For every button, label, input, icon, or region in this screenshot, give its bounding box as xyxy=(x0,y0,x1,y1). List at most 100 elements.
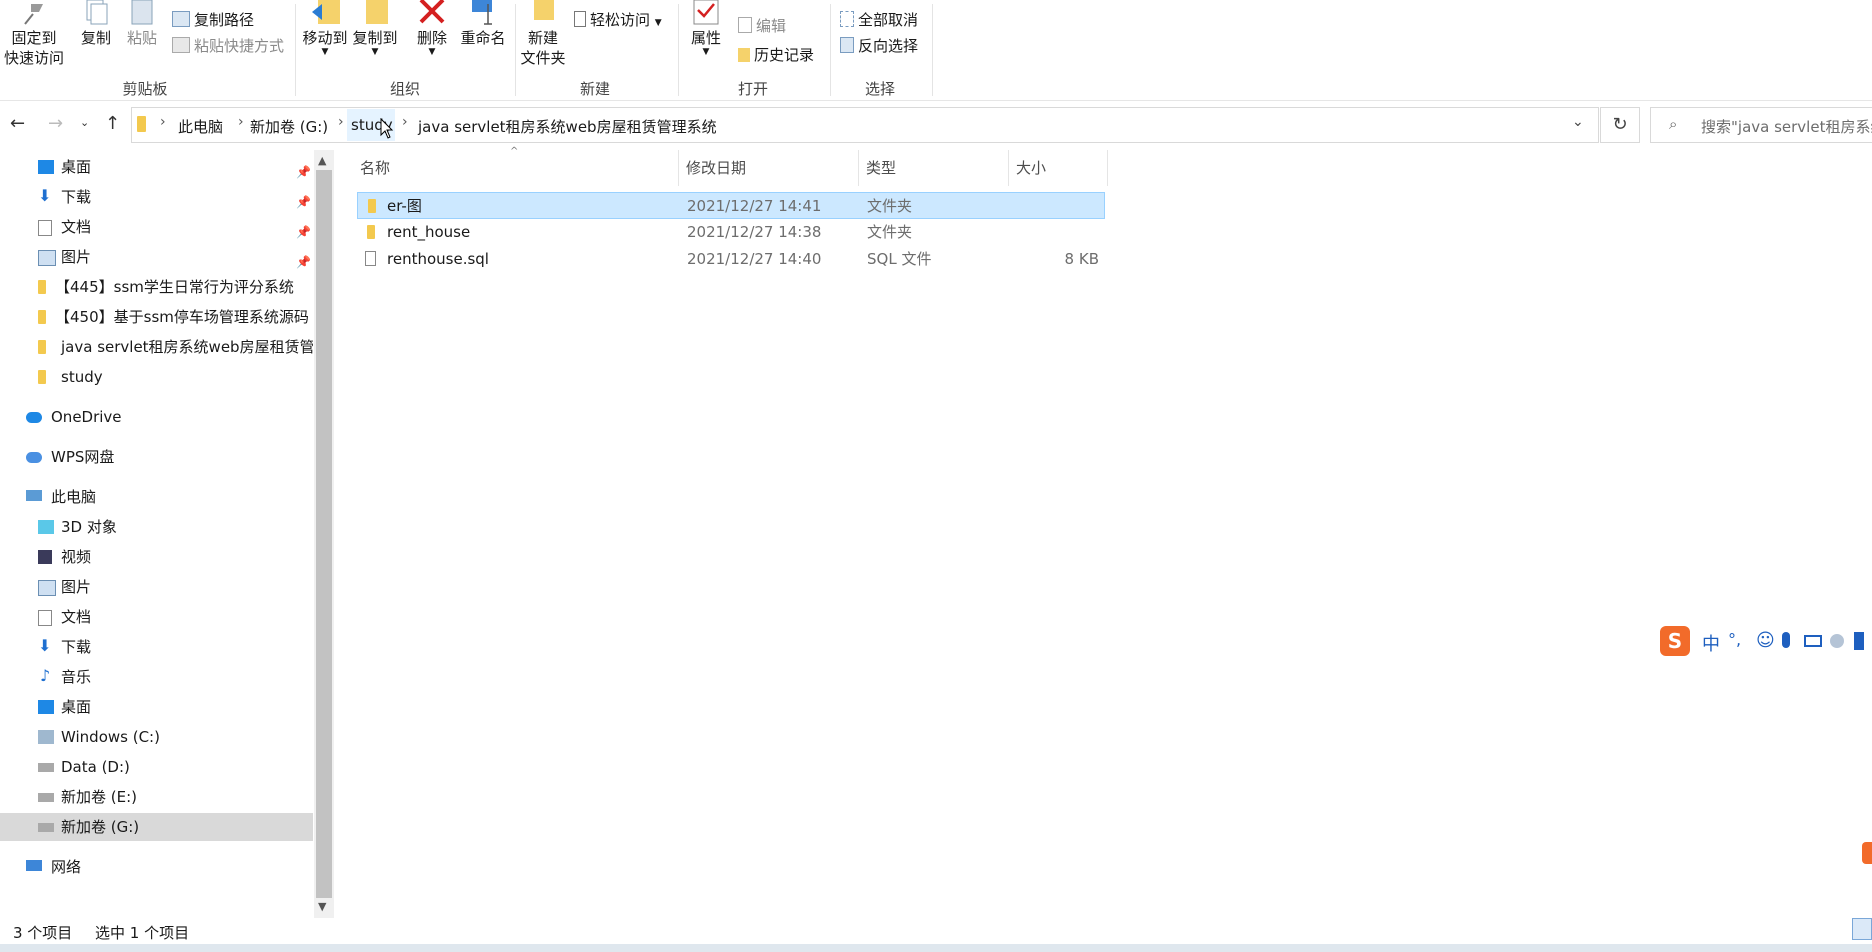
select-none-icon xyxy=(840,11,854,27)
nav-item-videos[interactable]: 视频 xyxy=(0,543,313,571)
invert-selection-button[interactable]: 反向选择 xyxy=(840,36,918,56)
ribbon: 固定到 快速访问 复制 粘贴 复制路径 粘贴快捷方式 剪贴板 移动到 ▼ 复制到… xyxy=(0,0,1872,101)
group-divider xyxy=(295,4,296,96)
nav-item-pc-documents[interactable]: 文档 xyxy=(0,603,313,631)
new-folder-label-line1: 新建 xyxy=(527,29,558,47)
ime-language[interactable]: 中 xyxy=(1702,630,1720,656)
nav-item-pc-downloads[interactable]: ⬇ 下载 xyxy=(0,633,313,661)
details-view-icon[interactable] xyxy=(1852,918,1872,940)
select-none-button[interactable]: 全部取消 xyxy=(840,10,918,30)
nav-item-network[interactable]: 网络 xyxy=(0,853,313,881)
sogou-logo-icon: S xyxy=(1660,626,1690,656)
ime-punctuation[interactable]: °, xyxy=(1728,630,1741,649)
properties-label: 属性 xyxy=(690,29,721,47)
move-to-button[interactable]: 移动到 ▼ xyxy=(300,0,350,57)
user-icon[interactable] xyxy=(1830,634,1844,648)
mouse-cursor-icon xyxy=(380,118,394,139)
folder-icon xyxy=(137,116,146,132)
nav-item-folder-study[interactable]: study xyxy=(0,363,313,391)
column-header-modified[interactable]: 修改日期 xyxy=(686,154,746,182)
new-folder-button[interactable]: 新建 文件夹 xyxy=(518,0,568,68)
up-arrow-icon[interactable]: ↑ xyxy=(105,113,120,134)
nav-item-drive-d[interactable]: Data (D:) xyxy=(0,753,313,781)
nav-item-folder-445[interactable]: 【445】ssm学生日常行为评分系统 xyxy=(0,273,313,301)
keyboard-icon[interactable] xyxy=(1804,635,1822,647)
easy-access-button[interactable]: 轻松访问 ▼ xyxy=(574,10,662,33)
scroll-down-arrow-icon[interactable]: ▼ xyxy=(318,900,326,913)
sogou-float-icon[interactable] xyxy=(1862,842,1872,864)
nav-item-this-pc[interactable]: 此电脑 xyxy=(0,483,313,511)
back-arrow-icon[interactable]: ← xyxy=(10,113,25,134)
copy-label: 复制 xyxy=(80,29,111,47)
picture-icon xyxy=(38,580,56,596)
paste-shortcut-icon xyxy=(172,37,190,53)
breadcrumb-current-folder[interactable]: java servlet租房系统web房屋租赁管理系统 xyxy=(418,116,717,137)
nav-item-music[interactable]: ♪ 音乐 xyxy=(0,663,313,691)
column-header-type[interactable]: 类型 xyxy=(866,154,896,182)
nav-item-drive-g[interactable]: 新加卷 (G:) xyxy=(0,813,313,841)
nav-item-3d-objects[interactable]: 3D 对象 xyxy=(0,513,313,541)
file-row[interactable]: er-图 2021/12/27 14:41 文件夹 xyxy=(357,192,1105,219)
music-note-icon: ♪ xyxy=(40,666,51,685)
nav-item-wps-drive[interactable]: WPS网盘 xyxy=(0,443,313,471)
nav-item-drive-e[interactable]: 新加卷 (E:) xyxy=(0,783,313,811)
group-divider xyxy=(830,4,831,96)
nav-label: OneDrive xyxy=(51,408,122,426)
column-header-name[interactable]: 名称 xyxy=(360,154,390,182)
rename-icon xyxy=(472,0,492,25)
copy-button[interactable]: 复制 xyxy=(74,0,118,48)
ime-toolbar[interactable]: S 中 °, ☺ xyxy=(1658,626,1872,658)
document-icon xyxy=(38,610,52,626)
nav-item-pc-pictures[interactable]: 图片 xyxy=(0,573,313,601)
column-header-size[interactable]: 大小 xyxy=(1016,154,1046,182)
breadcrumb-this-pc[interactable]: 此电脑 xyxy=(178,116,223,137)
folder-icon xyxy=(38,370,46,384)
nav-item-folder-java-servlet[interactable]: java servlet租房系统web房屋租赁管理系统 xyxy=(0,333,313,361)
nav-label: 桌面 xyxy=(61,158,92,176)
emoji-icon[interactable]: ☺ xyxy=(1756,630,1775,651)
nav-item-downloads[interactable]: ⬇ 下载 📌 xyxy=(0,183,313,211)
move-to-icon xyxy=(312,0,340,24)
group-divider xyxy=(515,4,516,96)
nav-item-drive-c[interactable]: Windows (C:) xyxy=(0,723,313,751)
paste-button[interactable]: 粘贴 xyxy=(122,0,162,48)
nav-item-onedrive[interactable]: OneDrive xyxy=(0,403,313,431)
properties-button[interactable]: 属性 ▼ xyxy=(684,0,728,57)
forward-arrow-icon[interactable]: → xyxy=(48,113,63,134)
scroll-up-arrow-icon[interactable]: ▲ xyxy=(318,154,326,167)
paste-shortcut-button[interactable]: 粘贴快捷方式 xyxy=(172,36,284,56)
network-icon xyxy=(26,860,42,871)
pin-icon[interactable]: 📌 xyxy=(296,158,311,181)
nav-label: WPS网盘 xyxy=(51,448,115,466)
recent-locations-icon[interactable]: ⌄ xyxy=(80,116,89,129)
copy-path-button[interactable]: 复制路径 xyxy=(172,10,254,30)
breadcrumb-drive-g[interactable]: 新加卷 (G:) xyxy=(250,116,328,137)
pin-icon[interactable]: 📌 xyxy=(296,218,311,241)
address-dropdown-icon[interactable]: ⌄ xyxy=(1572,114,1584,130)
skin-icon[interactable] xyxy=(1854,632,1864,650)
file-row[interactable]: renthouse.sql 2021/12/27 14:40 SQL 文件 8 … xyxy=(357,246,1105,273)
microphone-icon[interactable] xyxy=(1782,632,1790,648)
pin-icon[interactable]: 📌 xyxy=(296,248,311,271)
edit-button[interactable]: 编辑 xyxy=(738,16,786,36)
file-row[interactable]: rent_house 2021/12/27 14:38 文件夹 xyxy=(357,219,1105,246)
history-button[interactable]: 历史记录 xyxy=(738,45,814,65)
rename-button[interactable]: 重命名 xyxy=(458,0,508,48)
document-icon xyxy=(38,220,52,236)
nav-label: 图片 xyxy=(61,248,92,266)
nav-item-desktop[interactable]: 桌面 📌 xyxy=(0,153,313,181)
dropdown-arrow-icon: ▼ xyxy=(654,18,662,28)
nav-item-pc-desktop[interactable]: 桌面 xyxy=(0,693,313,721)
nav-item-documents[interactable]: 文档 📌 xyxy=(0,213,313,241)
nav-item-pictures[interactable]: 图片 📌 xyxy=(0,243,313,271)
delete-button[interactable]: 删除 ▼ xyxy=(412,0,452,57)
copy-to-button[interactable]: 复制到 ▼ xyxy=(350,0,400,57)
pin-quick-access-button[interactable]: 固定到 快速访问 xyxy=(2,0,66,68)
nav-scrollbar-thumb[interactable] xyxy=(316,170,332,898)
copy-to-label: 复制到 xyxy=(352,29,398,47)
search-input[interactable]: ⌕ 搜索"java servlet租房系统 xyxy=(1650,107,1872,143)
nav-item-folder-450[interactable]: 【450】基于ssm停车场管理系统源码 xyxy=(0,303,313,331)
refresh-button[interactable]: ↻ xyxy=(1600,107,1640,143)
file-name: er-图 xyxy=(387,197,422,215)
pin-icon[interactable]: 📌 xyxy=(296,188,311,211)
